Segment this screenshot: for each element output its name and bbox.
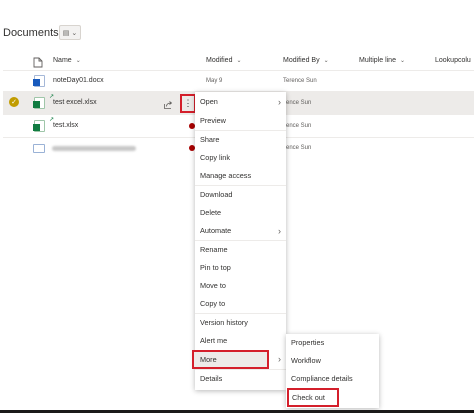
menu-item-copy-link[interactable]: Copy link (195, 149, 286, 167)
column-header-modified-by[interactable]: Modified By ⌄ (283, 52, 329, 68)
chevron-down-icon: ⌄ (399, 57, 405, 64)
menu-item-details[interactable]: Details (195, 370, 286, 388)
chevron-down-icon: ⌄ (236, 57, 242, 64)
file-name-link[interactable]: test.xlsx (53, 122, 78, 129)
menu-item-move-to[interactable]: Move to (195, 277, 286, 295)
modified-by: rence Sun (284, 100, 312, 106)
column-header-multiple-line-label: Multiple line (359, 56, 396, 64)
file-name-link[interactable]: noteDay01.docx (53, 77, 104, 84)
modified-by: rence Sun (284, 145, 312, 151)
file-name-link[interactable]: test excel.xlsx (53, 99, 97, 106)
menu-item-alert-me[interactable]: Alert me (195, 332, 286, 350)
file-type-header-icon[interactable] (32, 55, 44, 68)
column-header-multiple-line[interactable]: Multiple line ⌄ (359, 52, 405, 68)
menu-item-preview[interactable]: Preview (195, 112, 286, 130)
column-header-name-label: Name (53, 56, 72, 64)
column-header-lookup-label: Lookupcolu (435, 56, 471, 64)
modified-by: Terence Sun (283, 78, 317, 84)
menu-item-rename[interactable]: Rename (195, 241, 286, 259)
more-actions-button[interactable]: ⋮ (180, 94, 196, 113)
column-header-modified-by-label: Modified By (283, 56, 320, 64)
menu-item-open[interactable]: Open › (195, 93, 286, 111)
view-switcher-button[interactable]: ▤ ⌄ (59, 25, 81, 40)
checkmark-icon[interactable]: ✓ (9, 97, 19, 107)
chevron-right-icon: › (278, 226, 281, 236)
excel-file-icon (33, 120, 45, 132)
submenu-item-check-out[interactable]: Check out (287, 388, 339, 407)
chevron-down-icon: ⌄ (71, 29, 78, 37)
redacted-file-name (52, 146, 136, 151)
share-icon[interactable] (163, 97, 173, 109)
column-header-modified-label: Modified (206, 56, 233, 64)
generic-file-icon (33, 144, 45, 153)
menu-item-download[interactable]: Download (195, 186, 286, 204)
menu-item-more[interactable]: More (192, 350, 269, 369)
chevron-down-icon: ⌄ (75, 57, 81, 64)
modified-date: May 9 (206, 78, 223, 84)
submenu-item-properties[interactable]: Properties (286, 334, 379, 352)
menu-item-automate[interactable]: Automate › (195, 222, 286, 240)
submenu-item-compliance-details[interactable]: Compliance details (286, 370, 379, 388)
more-submenu: Properties Workflow Compliance details C… (286, 334, 379, 408)
column-header-lookup[interactable]: Lookupcolu (435, 52, 471, 68)
menu-item-copy-to[interactable]: Copy to (195, 295, 286, 313)
chevron-right-icon: › (278, 354, 281, 364)
excel-file-icon (33, 97, 45, 109)
word-file-icon (33, 75, 45, 87)
column-header-modified[interactable]: Modified ⌄ (206, 52, 242, 68)
vertical-ellipsis-icon: ⋮ (183, 98, 193, 108)
menu-item-manage-access[interactable]: Manage access (195, 167, 286, 185)
page-title: Documents (3, 27, 59, 39)
menu-item-pin-to-top[interactable]: Pin to top (195, 259, 286, 277)
modified-by: rence Sun (284, 123, 312, 129)
library-icon: ▤ (62, 29, 70, 37)
chevron-down-icon: ⌄ (323, 57, 329, 64)
menu-item-version-history[interactable]: Version history (195, 314, 286, 332)
column-header-name[interactable]: Name ⌄ (53, 52, 81, 68)
context-menu: Open › Preview Share Copy link Manage acc… (192, 92, 286, 390)
chevron-right-icon: › (278, 97, 281, 107)
menu-item-share[interactable]: Share (195, 131, 286, 149)
submenu-item-workflow[interactable]: Workflow (286, 352, 379, 370)
menu-item-delete[interactable]: Delete (195, 204, 286, 222)
